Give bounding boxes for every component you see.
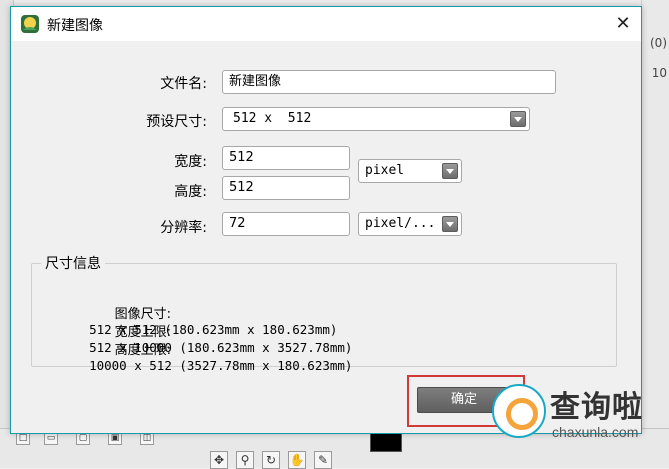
watermark: 查询啦 chaxunla.com [492, 380, 660, 450]
info-key: 高度上限: [114, 343, 172, 358]
width-input[interactable]: 512 [222, 146, 350, 170]
app-icon [21, 15, 39, 33]
preset-size-value: 512 x 512 [233, 111, 312, 126]
dialog-body: 文件名: 新建图像 预设尺寸: 512 x 512 宽度: 512 高度: 51… [11, 41, 641, 433]
rotate-icon[interactable]: ↻ [262, 451, 280, 469]
size-info-group: 尺寸信息 图像尺寸: 512 x 512 (180.623mm x 180.62… [31, 253, 617, 373]
height-label: 高度: [174, 184, 207, 200]
background-text: 10 [651, 66, 667, 80]
title-bar: 新建图像 ✕ [11, 7, 641, 41]
resolution-input[interactable]: 72 [222, 212, 350, 236]
height-input[interactable]: 512 [222, 176, 350, 200]
resolution-unit-value: pixel/... [365, 216, 436, 231]
watermark-url: chaxunla.com [552, 424, 639, 440]
filename-input[interactable]: 新建图像 [222, 70, 556, 94]
resolution-label: 分辨率: [160, 220, 207, 236]
eyedropper-icon[interactable]: ✎ [314, 451, 332, 469]
size-info-title: 尺寸信息 [41, 253, 105, 273]
background-text: (0) [650, 36, 667, 50]
preset-size-label: 预设尺寸: [146, 114, 207, 130]
new-image-dialog: 新建图像 ✕ 文件名: 新建图像 预设尺寸: 512 x 512 宽度: 512… [10, 6, 642, 434]
chevron-down-icon[interactable] [442, 163, 458, 179]
preset-size-select[interactable]: 512 x 512 [222, 107, 530, 131]
info-value: 10000 x 512 (3527.78mm x 180.623mm) [89, 358, 353, 373]
info-row: 高度上限: 10000 x 512 (3527.78mm x 180.623mm… [56, 324, 352, 389]
watermark-text: 查询啦 [550, 390, 643, 425]
unit-value: pixel [365, 163, 405, 178]
resolution-unit-select[interactable]: pixel/... [358, 212, 462, 236]
dialog-title: 新建图像 [47, 18, 103, 34]
watermark-logo-icon [492, 384, 546, 438]
chevron-down-icon[interactable] [510, 111, 526, 127]
filename-label: 文件名: [160, 76, 207, 92]
hand-icon[interactable]: ✋ [288, 451, 306, 469]
chevron-down-icon[interactable] [442, 216, 458, 232]
background-right-panel: (0) 10 [641, 0, 669, 430]
move-icon[interactable]: ✥ [210, 451, 228, 469]
close-button[interactable]: ✕ [609, 11, 637, 37]
unit-select[interactable]: pixel [358, 159, 462, 183]
zoom-icon[interactable]: ⚲ [236, 451, 254, 469]
width-label: 宽度: [174, 154, 207, 170]
